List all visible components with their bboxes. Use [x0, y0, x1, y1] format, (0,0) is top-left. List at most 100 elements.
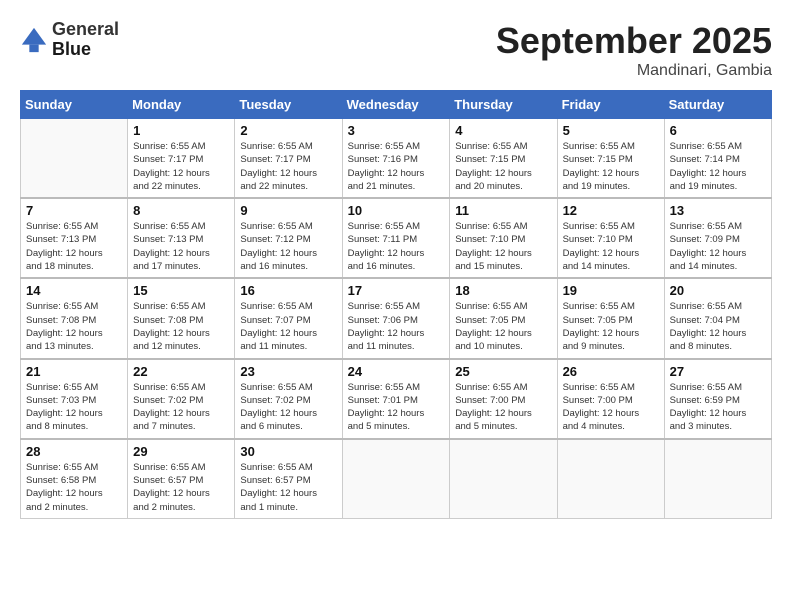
calendar-day-cell	[21, 119, 128, 199]
day-info: Sunrise: 6:55 AM Sunset: 7:16 PM Dayligh…	[348, 140, 445, 193]
day-info: Sunrise: 6:55 AM Sunset: 6:58 PM Dayligh…	[26, 461, 122, 514]
day-info: Sunrise: 6:55 AM Sunset: 7:04 PM Dayligh…	[670, 300, 766, 353]
calendar-day-cell	[450, 439, 557, 519]
day-info: Sunrise: 6:55 AM Sunset: 7:13 PM Dayligh…	[26, 220, 122, 273]
day-number: 15	[133, 283, 229, 298]
day-number: 10	[348, 203, 445, 218]
calendar-day-cell: 3 Sunrise: 6:55 AM Sunset: 7:16 PM Daylig…	[342, 119, 450, 199]
day-number: 26	[563, 364, 659, 379]
calendar-day-cell: 6 Sunrise: 6:55 AM Sunset: 7:14 PM Daylig…	[664, 119, 771, 199]
day-info: Sunrise: 6:55 AM Sunset: 7:11 PM Dayligh…	[348, 220, 445, 273]
calendar-day-cell	[664, 439, 771, 519]
day-number: 19	[563, 283, 659, 298]
calendar-day-cell: 26 Sunrise: 6:55 AM Sunset: 7:00 PM Dayli…	[557, 359, 664, 439]
day-info: Sunrise: 6:55 AM Sunset: 7:13 PM Dayligh…	[133, 220, 229, 273]
calendar-day-cell: 9 Sunrise: 6:55 AM Sunset: 7:12 PM Daylig…	[235, 198, 342, 278]
day-info: Sunrise: 6:55 AM Sunset: 7:08 PM Dayligh…	[133, 300, 229, 353]
calendar-week-row: 7 Sunrise: 6:55 AM Sunset: 7:13 PM Daylig…	[21, 198, 772, 278]
weekday-header: Wednesday	[342, 91, 450, 119]
calendar-day-cell: 20 Sunrise: 6:55 AM Sunset: 7:04 PM Dayli…	[664, 278, 771, 358]
logo: General Blue	[20, 20, 119, 60]
day-number: 8	[133, 203, 229, 218]
day-number: 18	[455, 283, 551, 298]
day-number: 7	[26, 203, 122, 218]
day-number: 12	[563, 203, 659, 218]
day-info: Sunrise: 6:55 AM Sunset: 7:03 PM Dayligh…	[26, 381, 122, 434]
calendar-day-cell: 12 Sunrise: 6:55 AM Sunset: 7:10 PM Dayli…	[557, 198, 664, 278]
calendar-day-cell: 23 Sunrise: 6:55 AM Sunset: 7:02 PM Dayli…	[235, 359, 342, 439]
day-info: Sunrise: 6:55 AM Sunset: 6:57 PM Dayligh…	[133, 461, 229, 514]
logo-line2: Blue	[52, 40, 119, 60]
location-title: Mandinari, Gambia	[496, 62, 772, 80]
calendar-day-cell	[557, 439, 664, 519]
calendar-day-cell: 17Sunrise: 6:55 AM Sunset: 7:06 PM Dayli…	[342, 278, 450, 358]
calendar-day-cell: 24 Sunrise: 6:55 AM Sunset: 7:01 PM Dayli…	[342, 359, 450, 439]
calendar-week-row: 14 Sunrise: 6:55 AM Sunset: 7:08 PM Dayli…	[21, 278, 772, 358]
title-area: September 2025 Mandinari, Gambia	[496, 20, 772, 80]
calendar-day-cell	[342, 439, 450, 519]
day-info: Sunrise: 6:55 AM Sunset: 6:57 PM Dayligh…	[240, 461, 336, 514]
day-number: 3	[348, 123, 445, 138]
logo-line1: General	[52, 20, 119, 40]
calendar-week-row: 21 Sunrise: 6:55 AM Sunset: 7:03 PM Dayli…	[21, 359, 772, 439]
calendar-day-cell: 30 Sunrise: 6:55 AM Sunset: 6:57 PM Dayli…	[235, 439, 342, 519]
weekday-header: Sunday	[21, 91, 128, 119]
day-info: Sunrise: 6:55 AM Sunset: 7:02 PM Dayligh…	[133, 381, 229, 434]
day-info: Sunrise: 6:55 AM Sunset: 7:05 PM Dayligh…	[455, 300, 551, 353]
day-number: 20	[670, 283, 766, 298]
weekday-header: Tuesday	[235, 91, 342, 119]
day-number: 11	[455, 203, 551, 218]
calendar-day-cell: 5 Sunrise: 6:55 AM Sunset: 7:15 PM Daylig…	[557, 119, 664, 199]
day-number: 17	[348, 283, 445, 298]
day-info: Sunrise: 6:55 AM Sunset: 7:17 PM Dayligh…	[240, 140, 336, 193]
calendar-day-cell: 19 Sunrise: 6:55 AM Sunset: 7:05 PM Dayli…	[557, 278, 664, 358]
day-number: 5	[563, 123, 659, 138]
day-info: Sunrise: 6:55 AM Sunset: 7:17 PM Dayligh…	[133, 140, 229, 193]
calendar-day-cell: 18 Sunrise: 6:55 AM Sunset: 7:05 PM Dayli…	[450, 278, 557, 358]
calendar-day-cell: 8 Sunrise: 6:55 AM Sunset: 7:13 PM Daylig…	[128, 198, 235, 278]
calendar-day-cell: 21 Sunrise: 6:55 AM Sunset: 7:03 PM Dayli…	[21, 359, 128, 439]
day-number: 21	[26, 364, 122, 379]
day-info: Sunrise: 6:55 AM Sunset: 7:15 PM Dayligh…	[563, 140, 659, 193]
day-number: 24	[348, 364, 445, 379]
day-info: Sunrise: 6:55 AM Sunset: 7:10 PM Dayligh…	[563, 220, 659, 273]
weekday-header: Saturday	[664, 91, 771, 119]
day-number: 27	[670, 364, 766, 379]
day-info: Sunrise: 6:55 AM Sunset: 7:02 PM Dayligh…	[240, 381, 336, 434]
calendar-header-row: SundayMondayTuesdayWednesdayThursdayFrid…	[21, 91, 772, 119]
day-info: Sunrise: 6:55 AM Sunset: 7:14 PM Dayligh…	[670, 140, 766, 193]
calendar-day-cell: 22 Sunrise: 6:55 AM Sunset: 7:02 PM Dayli…	[128, 359, 235, 439]
day-info: Sunrise: 6:55 AM Sunset: 7:12 PM Dayligh…	[240, 220, 336, 273]
weekday-header: Thursday	[450, 91, 557, 119]
day-info: Sunrise: 6:55 AM Sunset: 7:07 PM Dayligh…	[240, 300, 336, 353]
day-info: Sunrise: 6:55 AM Sunset: 7:05 PM Dayligh…	[563, 300, 659, 353]
page-header: General Blue September 2025 Mandinari, G…	[20, 20, 772, 80]
day-info: Sunrise: 6:55 AM Sunset: 7:00 PM Dayligh…	[563, 381, 659, 434]
day-info: Sunrise: 6:55 AM Sunset: 7:08 PM Dayligh…	[26, 300, 122, 353]
day-info: Sunrise: 6:55 AM Sunset: 6:59 PM Dayligh…	[670, 381, 766, 434]
calendar-day-cell: 2 Sunrise: 6:55 AM Sunset: 7:17 PM Daylig…	[235, 119, 342, 199]
day-info: Sunrise: 6:55 AM Sunset: 7:01 PM Dayligh…	[348, 381, 445, 434]
day-number: 22	[133, 364, 229, 379]
day-number: 30	[240, 444, 336, 459]
day-number: 28	[26, 444, 122, 459]
month-title: September 2025	[496, 20, 772, 62]
day-number: 14	[26, 283, 122, 298]
day-number: 23	[240, 364, 336, 379]
day-info: Sunrise: 6:55 AM Sunset: 7:10 PM Dayligh…	[455, 220, 551, 273]
day-info: Sunrise: 6:55 AM Sunset: 7:09 PM Dayligh…	[670, 220, 766, 273]
calendar-day-cell: 15 Sunrise: 6:55 AM Sunset: 7:08 PM Dayli…	[128, 278, 235, 358]
calendar-day-cell: 14 Sunrise: 6:55 AM Sunset: 7:08 PM Dayli…	[21, 278, 128, 358]
calendar-day-cell: 4Sunrise: 6:55 AM Sunset: 7:15 PM Daylig…	[450, 119, 557, 199]
calendar-day-cell: 10 Sunrise: 6:55 AM Sunset: 7:11 PM Dayli…	[342, 198, 450, 278]
weekday-header: Friday	[557, 91, 664, 119]
calendar-day-cell: 11 Sunrise: 6:55 AM Sunset: 7:10 PM Dayli…	[450, 198, 557, 278]
weekday-header: Monday	[128, 91, 235, 119]
day-number: 2	[240, 123, 336, 138]
day-number: 25	[455, 364, 551, 379]
day-number: 6	[670, 123, 766, 138]
calendar-day-cell: 28 Sunrise: 6:55 AM Sunset: 6:58 PM Dayli…	[21, 439, 128, 519]
day-number: 9	[240, 203, 336, 218]
day-number: 4	[455, 123, 551, 138]
day-number: 16	[240, 283, 336, 298]
